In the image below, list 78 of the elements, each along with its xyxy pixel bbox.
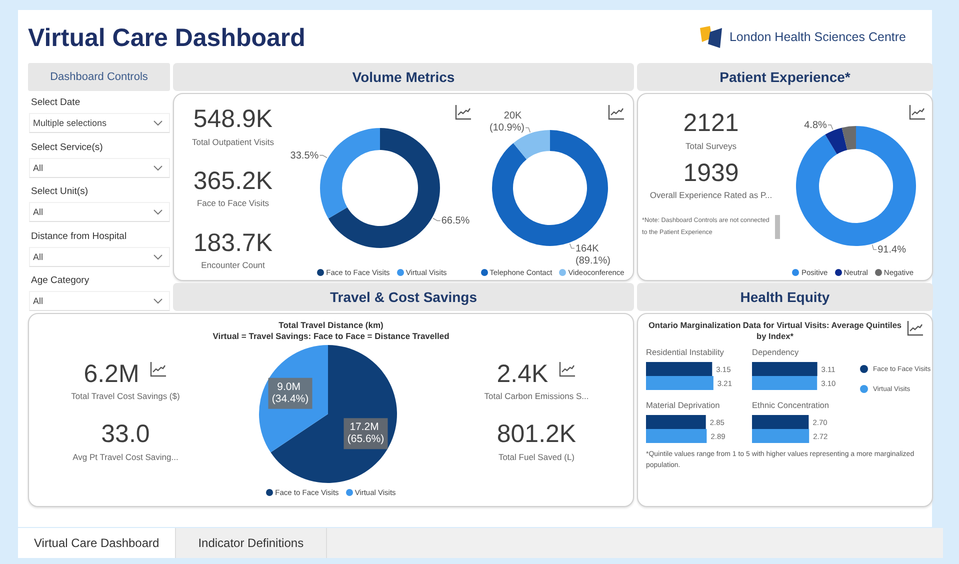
bar	[646, 415, 706, 430]
bar	[646, 429, 707, 444]
bar	[752, 376, 818, 390]
scrollbar	[775, 215, 780, 239]
data-label: 164K (89.1%)	[576, 243, 610, 266]
data-label: 66.5%	[441, 216, 470, 227]
dropdown[interactable]: All	[29, 158, 170, 178]
kpi-value: 2121	[683, 110, 739, 138]
section-header: Travel & Cost Savings	[173, 283, 634, 311]
chart-title: Dependency	[752, 347, 800, 358]
leader-line	[872, 244, 878, 250]
section-header: Health Equity	[637, 283, 933, 311]
kpi-label: Total Carbon Emissions S...	[484, 391, 589, 401]
chevron-down-icon	[153, 164, 163, 170]
line-chart-icon[interactable]	[906, 320, 924, 336]
section-header: Volume Metrics	[173, 63, 634, 91]
leader-line	[828, 124, 834, 130]
leader-line	[432, 218, 441, 222]
logo-text: London Health Sciences Centre	[729, 30, 906, 44]
bar	[646, 362, 712, 376]
chevron-down-icon	[153, 254, 163, 260]
dropdown[interactable]: Multiple selections	[29, 113, 170, 133]
kpi-value: 365.2K	[193, 168, 273, 196]
filter-label: Select Date	[31, 97, 82, 108]
kpi-label: Encounter Count	[201, 260, 265, 270]
chart-title: Ontario Marginalization Data for Virtual Visits: Average Quintiles by Index*	[647, 320, 903, 342]
dashboard-title: Virtual Care Dashboard	[28, 24, 306, 53]
logo-icon	[698, 24, 724, 50]
filter-label: Distance from Hospital	[31, 230, 128, 242]
dropdown[interactable]: All	[29, 291, 170, 311]
data-label: 20K (10.9%)	[490, 110, 524, 134]
kpi-label: Total Fuel Saved (L)	[498, 452, 575, 462]
chart-subtitle: Virtual = Travel Savings: Face to Face = Distance Travelled	[212, 331, 450, 342]
leader-line	[569, 243, 575, 249]
leader-line	[319, 154, 328, 158]
section-header: Dashboard Controls	[28, 63, 170, 91]
chart-title: Residential Instability	[646, 347, 725, 358]
dropdown[interactable]: All	[29, 246, 170, 266]
data-label: 33.5%	[290, 150, 319, 162]
kpi-label: Avg Pt Travel Cost Saving...	[72, 452, 178, 462]
kpi-label: Total Travel Cost Savings ($)	[71, 391, 180, 401]
kpi-value: 1939	[683, 160, 739, 187]
section-header: Patient Experience*	[637, 63, 933, 91]
leader-line	[525, 127, 531, 133]
kpi-label: Face to Face Visits	[196, 198, 270, 208]
kpi-value: 183.7K	[193, 230, 273, 257]
kpi-label: Total Outpatient Visits	[192, 136, 274, 146]
kpi-value: 548.9K	[193, 106, 273, 134]
chevron-down-icon	[153, 120, 163, 126]
bar	[752, 415, 809, 430]
kpi-value: 801.2K	[496, 421, 576, 448]
data-label: 17.2M (65.6%)	[344, 418, 388, 450]
kpi-label: Overall Experience Rated as P...	[650, 190, 772, 200]
chart-title: Total Travel Distance (km)	[278, 320, 384, 332]
kpi-label: Total Surveys	[685, 140, 737, 150]
data-label: 9.0M (34.4%)	[268, 378, 312, 409]
filter-label: Select Service(s)	[31, 142, 104, 152]
bar	[752, 362, 818, 376]
line-chart-icon[interactable]	[558, 360, 576, 376]
chart-title: Ethnic Concentration	[752, 400, 830, 410]
chart-title: Material Deprivation	[646, 400, 721, 410]
data-label: 4.8%	[804, 120, 827, 131]
data-label: 91.4%	[878, 244, 906, 256]
kpi-value: 2.4K	[496, 360, 548, 388]
bar	[646, 376, 714, 390]
bar	[752, 429, 810, 444]
kpi-value: 6.2M	[84, 360, 140, 388]
chevron-down-icon	[153, 209, 163, 215]
kpi-value: 33.0	[101, 421, 150, 448]
page-tab[interactable]: Virtual Care Dashboard	[18, 528, 176, 558]
line-chart-icon[interactable]	[908, 104, 926, 120]
chevron-down-icon	[153, 298, 163, 304]
dropdown[interactable]: All	[29, 202, 170, 222]
filter-label: Age Category	[31, 275, 90, 286]
filter-label: Select Unit(s)	[31, 186, 90, 197]
line-chart-icon[interactable]	[607, 104, 625, 120]
line-chart-icon[interactable]	[149, 360, 168, 376]
line-chart-icon[interactable]	[454, 104, 472, 120]
